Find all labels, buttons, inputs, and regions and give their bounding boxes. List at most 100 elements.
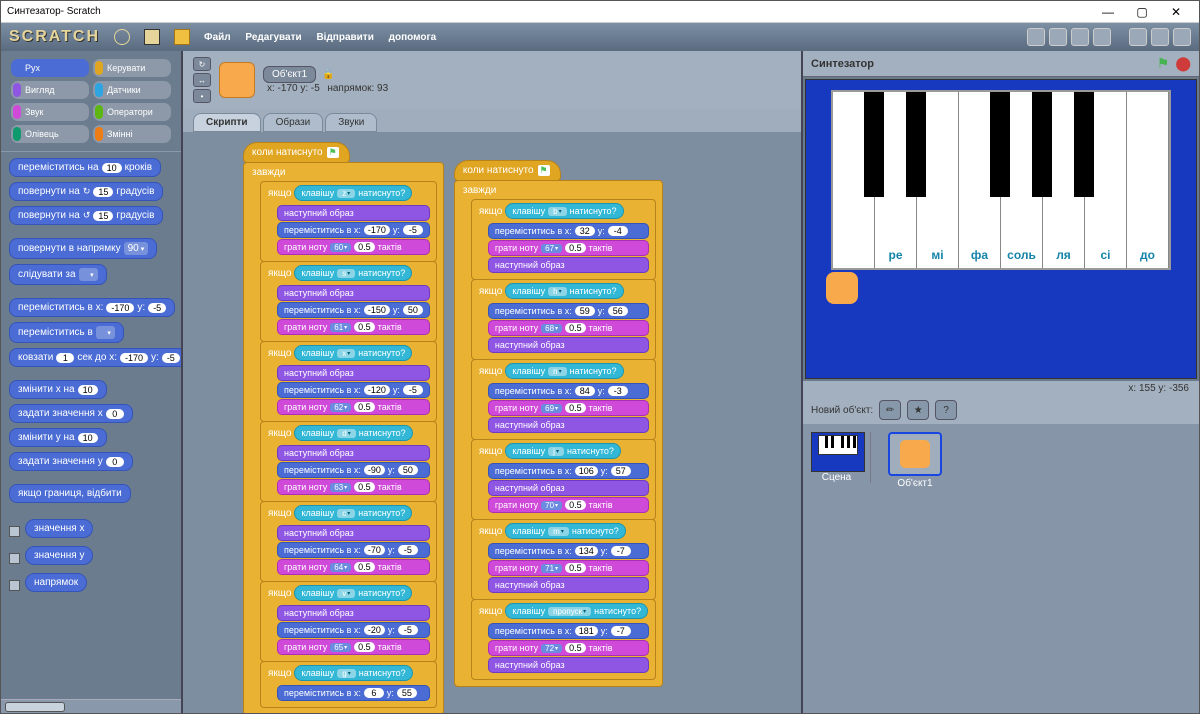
next-costume-block[interactable]: наступний образ bbox=[488, 480, 649, 496]
menu-share[interactable]: Відправити bbox=[316, 32, 373, 43]
tab-scripts[interactable]: Скрипти bbox=[193, 113, 261, 132]
rotate-style-2[interactable]: ↔ bbox=[193, 73, 211, 87]
play-note-block[interactable]: грати ноту 68 0.5 тактів bbox=[488, 320, 649, 336]
menu-edit[interactable]: Редагувати bbox=[245, 32, 301, 43]
next-costume-block[interactable]: наступний образ bbox=[277, 605, 430, 621]
window-minimize[interactable]: — bbox=[1091, 5, 1125, 19]
key-pressed-sensor[interactable]: клавішу m натиснуто? bbox=[505, 523, 625, 539]
if-block[interactable]: якщо клавішу z натиснуто?наступний образ… bbox=[260, 181, 437, 262]
next-costume-block[interactable]: наступний образ bbox=[277, 525, 430, 541]
if-block[interactable]: якщо клавішу c натиснуто?наступний образ… bbox=[260, 501, 437, 582]
when-flag-clicked[interactable]: коли натиснуто ⚑ bbox=[243, 142, 350, 163]
sprite-thumbnail[interactable] bbox=[219, 62, 255, 98]
if-block[interactable]: якщо клавішу g натиснуто?переміститись в… bbox=[260, 661, 437, 708]
import-sprite-icon[interactable]: ★ bbox=[907, 400, 929, 420]
forever-block[interactable]: завждиякщо клавішу z натиснуто?наступний… bbox=[243, 162, 444, 713]
goto-block[interactable]: переміститись в x: 84 y: -3 bbox=[488, 383, 649, 399]
tab-sounds[interactable]: Звуки bbox=[325, 113, 377, 132]
key-pressed-sensor[interactable]: клавішу h натиснуто? bbox=[505, 283, 623, 299]
black-key[interactable] bbox=[906, 92, 926, 197]
next-costume-block[interactable]: наступний образ bbox=[277, 285, 430, 301]
menu-help[interactable]: допомога bbox=[389, 32, 437, 43]
white-key[interactable]: до bbox=[1127, 92, 1169, 268]
next-costume-block[interactable]: наступний образ bbox=[488, 657, 649, 673]
if-block[interactable]: якщо клавішу m натиснуто?переміститись в… bbox=[471, 519, 656, 600]
block-turn-right[interactable]: повернути на↻15градусів bbox=[9, 182, 163, 201]
fullscreen-tool-icon[interactable] bbox=[1093, 28, 1111, 46]
next-costume-block[interactable]: наступний образ bbox=[277, 205, 430, 221]
category-Звук[interactable]: Звук bbox=[11, 103, 89, 121]
block-follow[interactable]: слідувати за bbox=[9, 264, 107, 285]
play-note-block[interactable]: грати ноту 67 0.5 тактів bbox=[488, 240, 649, 256]
folder-icon[interactable] bbox=[174, 29, 190, 45]
if-block[interactable]: якщо клавішу n натиснуто?переміститись в… bbox=[471, 359, 656, 440]
if-block[interactable]: якщо клавішу x натиснуто?наступний образ… bbox=[260, 341, 437, 422]
save-icon[interactable] bbox=[144, 29, 160, 45]
play-note-block[interactable]: грати ноту 63 0.5 тактів bbox=[277, 479, 430, 495]
palette-scrollbar[interactable] bbox=[1, 699, 181, 713]
block-bounce[interactable]: якщо границя, відбити bbox=[9, 484, 131, 503]
play-note-block[interactable]: грати ноту 65 0.5 тактів bbox=[277, 639, 430, 655]
block-turn-left[interactable]: повернути на↺15градусів bbox=[9, 206, 163, 225]
goto-block[interactable]: переміститись в x: -150 y: 50 bbox=[277, 302, 430, 318]
if-block[interactable]: якщо клавішу s натиснуто?наступний образ… bbox=[260, 261, 437, 342]
block-set-y[interactable]: задати значення y0 bbox=[9, 452, 133, 471]
rotate-style-3[interactable]: • bbox=[193, 89, 211, 103]
play-note-block[interactable]: грати ноту 72 0.5 тактів bbox=[488, 640, 649, 656]
key-pressed-sensor[interactable]: клавішу d натиснуто? bbox=[294, 425, 412, 441]
globe-icon[interactable] bbox=[114, 29, 130, 45]
black-key[interactable] bbox=[864, 92, 884, 197]
play-note-block[interactable]: грати ноту 71 0.5 тактів bbox=[488, 560, 649, 576]
black-key[interactable] bbox=[1032, 92, 1052, 197]
key-pressed-sensor[interactable]: клавішу пропуск натиснуто? bbox=[505, 603, 648, 619]
lock-icon[interactable]: 🔒 bbox=[322, 69, 334, 80]
forever-block[interactable]: завждиякщо клавішу b натиснуто?перемісти… bbox=[454, 180, 663, 687]
key-pressed-sensor[interactable]: клавішу s натиснуто? bbox=[294, 265, 412, 281]
goto-block[interactable]: переміститись в x: 181 y: -7 bbox=[488, 623, 649, 639]
goto-block[interactable]: переміститись в x: -90 y: 50 bbox=[277, 462, 430, 478]
goto-block[interactable]: переміститись в x: 6 y: 55 bbox=[277, 685, 430, 701]
block-goto-xy[interactable]: переміститись в x:-170y:-5 bbox=[9, 298, 175, 317]
paint-sprite-icon[interactable]: ✏ bbox=[879, 400, 901, 420]
if-block[interactable]: якщо клавішу j натиснуто?переміститись в… bbox=[471, 439, 656, 520]
key-pressed-sensor[interactable]: клавішу j натиснуто? bbox=[505, 443, 621, 459]
next-costume-block[interactable]: наступний образ bbox=[488, 577, 649, 593]
goto-block[interactable]: переміститись в x: -170 y: -5 bbox=[277, 222, 430, 238]
black-key[interactable] bbox=[1074, 92, 1094, 197]
view-mode-2-icon[interactable] bbox=[1151, 28, 1169, 46]
stage-sprite[interactable] bbox=[826, 272, 858, 304]
play-note-block[interactable]: грати ноту 60 0.5 тактів bbox=[277, 239, 430, 255]
block-glide[interactable]: ковзати1сек до x:-170y:-5 bbox=[9, 348, 181, 367]
category-Оператори[interactable]: Оператори bbox=[93, 103, 171, 121]
view-mode-1-icon[interactable] bbox=[1129, 28, 1147, 46]
goto-block[interactable]: переміститись в x: 59 y: 56 bbox=[488, 303, 649, 319]
block-change-x[interactable]: змінити x на10 bbox=[9, 380, 107, 399]
play-note-block[interactable]: грати ноту 70 0.5 тактів bbox=[488, 497, 649, 513]
category-Змінні[interactable]: Змінні bbox=[93, 125, 171, 143]
goto-block[interactable]: переміститись в x: -20 y: -5 bbox=[277, 622, 430, 638]
next-costume-block[interactable]: наступний образ bbox=[488, 337, 649, 353]
play-note-block[interactable]: грати ноту 69 0.5 тактів bbox=[488, 400, 649, 416]
reporter-direction[interactable]: напрямок bbox=[9, 573, 173, 597]
if-block[interactable]: якщо клавішу v натиснуто?наступний образ… bbox=[260, 581, 437, 662]
window-maximize[interactable]: ▢ bbox=[1125, 5, 1159, 19]
view-mode-3-icon[interactable] bbox=[1173, 28, 1191, 46]
stop-icon[interactable]: ⬤ bbox=[1175, 55, 1191, 72]
block-change-y[interactable]: змінити y на10 bbox=[9, 428, 107, 447]
menu-file[interactable]: Файл bbox=[204, 32, 231, 43]
key-pressed-sensor[interactable]: клавішу z натиснуто? bbox=[294, 185, 412, 201]
tab-costumes[interactable]: Образи bbox=[263, 113, 324, 132]
category-Вигляд[interactable]: Вигляд bbox=[11, 81, 89, 99]
category-Рух[interactable]: Рух bbox=[11, 59, 89, 77]
key-pressed-sensor[interactable]: клавішу b натиснуто? bbox=[505, 203, 623, 219]
reporter-x[interactable]: значення x bbox=[9, 519, 173, 543]
sprite-name[interactable]: Об'єкт1 bbox=[263, 66, 316, 83]
if-block[interactable]: якщо клавішу b натиснуто?переміститись в… bbox=[471, 199, 656, 280]
block-point-direction[interactable]: повернути в напрямку90 bbox=[9, 238, 157, 259]
goto-block[interactable]: переміститись в x: 32 y: -4 bbox=[488, 223, 649, 239]
play-note-block[interactable]: грати ноту 64 0.5 тактів bbox=[277, 559, 430, 575]
when-flag-clicked[interactable]: коли натиснуто ⚑ bbox=[454, 160, 561, 181]
play-note-block[interactable]: грати ноту 61 0.5 тактів bbox=[277, 319, 430, 335]
sprite-list-item[interactable]: Об'єкт1 bbox=[885, 432, 945, 489]
zoom-tool-icon[interactable] bbox=[1049, 28, 1067, 46]
